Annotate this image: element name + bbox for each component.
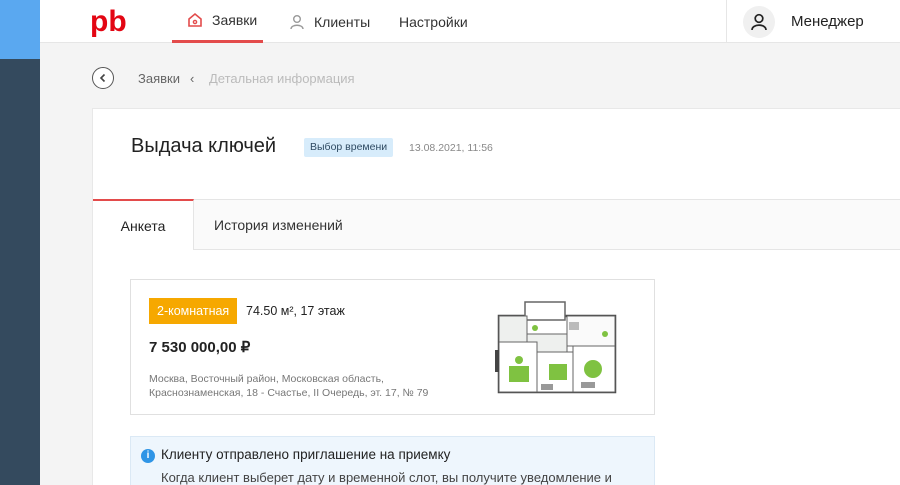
top-header: pb Заявки Клиенты Настройки Менеджер: [40, 0, 900, 43]
tab-label-anketa: Анкета: [120, 217, 166, 234]
nav-tab-klienty[interactable]: Клиенты: [288, 0, 370, 43]
apartment-price: 7 530 000,00 ₽: [149, 339, 251, 356]
back-button[interactable]: [92, 67, 114, 89]
page-title: Выдача ключей: [131, 135, 277, 157]
nav-tab-zayavki[interactable]: Заявки: [172, 0, 263, 43]
sidebar-top: [0, 0, 40, 59]
nav-label-klienty: Клиенты: [314, 13, 371, 30]
tab-label-history: История изменений: [214, 217, 343, 233]
breadcrumb-separator: ‹: [190, 71, 195, 86]
timestamp: 13.08.2021, 11:56: [409, 142, 493, 154]
apartment-card[interactable]: 2-комнатная 74.50 м², 17 этаж 7 530 000,…: [130, 279, 655, 415]
tabs-divider: [93, 249, 900, 250]
user-menu[interactable]: Менеджер: [726, 0, 900, 43]
chevron-left-icon: [99, 73, 106, 83]
tab-anketa[interactable]: Анкета: [93, 199, 194, 250]
apartment-area: 74.50 м², 17 этаж: [246, 304, 345, 318]
info-notice: i Клиенту отправлено приглашение на прие…: [130, 436, 655, 485]
breadcrumb-link-zayavki[interactable]: Заявки: [138, 71, 180, 86]
nav-label-zayavki: Заявки: [212, 12, 258, 28]
apartment-address: Москва, Восточный район, Московская обла…: [149, 373, 429, 399]
nav-tab-settings[interactable]: Настройки: [399, 0, 468, 43]
user-name: Менеджер: [791, 13, 864, 30]
info-icon: i: [141, 449, 155, 463]
svg-text:pb: pb: [90, 6, 127, 38]
tab-history[interactable]: История изменений: [214, 217, 343, 233]
user-icon: [743, 5, 775, 38]
info-text: Когда клиент выберет дату и временной сл…: [161, 470, 612, 485]
request-card: Выдача ключей Выбор времени 13.08.2021, …: [92, 108, 900, 485]
person-icon: [288, 13, 306, 31]
nav-label-settings: Настройки: [399, 13, 468, 30]
home-icon: [186, 11, 204, 29]
brand-logo[interactable]: pb: [90, 5, 138, 38]
rooms-badge: 2-комнатная: [149, 298, 238, 324]
status-badge: Выбор времени: [304, 138, 394, 157]
sidebar: [0, 59, 40, 485]
floor-plan-image: [495, 294, 621, 400]
info-title: Клиенту отправлено приглашение на приемк…: [161, 447, 451, 462]
breadcrumb-current: Детальная информация: [209, 71, 355, 86]
